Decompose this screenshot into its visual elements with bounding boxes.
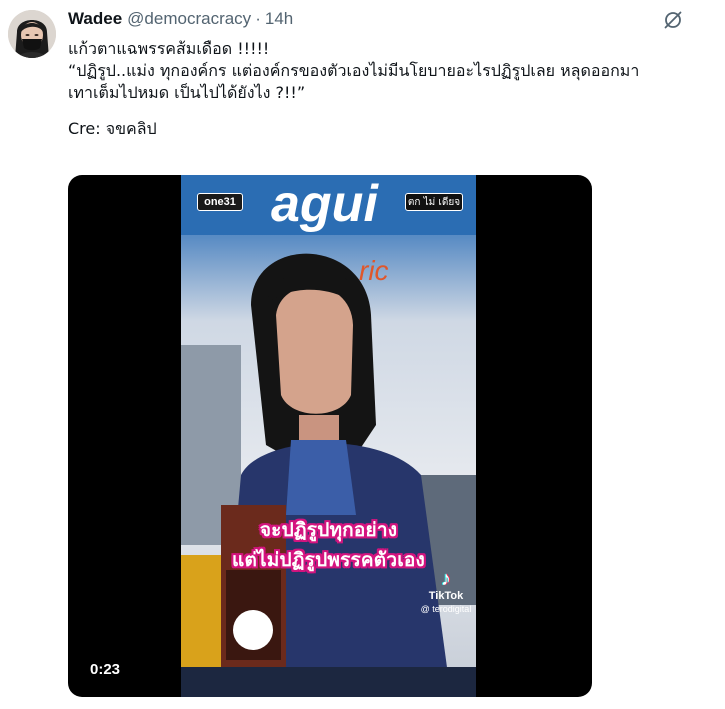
background-sign-text-2: ric	[359, 255, 389, 286]
tiktok-app-name: TikTok	[428, 590, 464, 602]
author-handle[interactable]: @democracracy	[127, 9, 251, 29]
tiktok-watermark: ♪ TikTok @ terodigital	[416, 568, 476, 615]
show-logo: ตก ไม่ เดียจ	[405, 193, 463, 211]
tweet-text: แก้วตาแฉพรรคส้มเดือด !!!!! “ปฏิรูป..แม่ง…	[68, 38, 708, 140]
channel-logo: one31	[197, 193, 243, 211]
tweet-text-line: เทาเต็มไปหมด เป็นไปได้ยังไง ?!!”	[68, 83, 306, 102]
author-name[interactable]: Wadee	[68, 9, 122, 29]
tweet: Wadee @democracracy · 14h แก้วตาแฉพรรคส้…	[0, 0, 725, 709]
video-frame: agui ric one31 ตก ไม่ เดียจ จะปฏิรูปทุกอ…	[181, 175, 476, 697]
header-separator: ·	[255, 9, 261, 28]
tweet-text-line: แก้วตาแฉพรรคส้มเดือด !!!!!	[68, 39, 270, 58]
video-scene: agui ric	[181, 175, 476, 697]
tiktok-icon: ♪	[441, 568, 451, 590]
tweet-header: Wadee @democracracy · 14h	[68, 9, 293, 31]
avatar-image	[8, 10, 56, 58]
background-sign-text: agui	[271, 175, 379, 233]
tiktok-username: @ terodigital	[420, 604, 472, 614]
video-duration: 0:23	[90, 661, 121, 678]
tweet-timestamp[interactable]: 14h	[265, 9, 293, 29]
tweet-text-line: “ปฏิรูป..แม่ง ทุกองค์กร แต่องค์กรของตัวเ…	[68, 61, 640, 80]
avatar[interactable]	[8, 10, 56, 58]
video-caption-line-1: จะปฏิรูปทุกอย่าง	[259, 519, 398, 541]
tweet-credit: Cre: จขคลิป	[68, 119, 157, 138]
video-player[interactable]: agui ric one31 ตก ไม่ เดียจ จะปฏิรูปทุกอ…	[68, 175, 592, 697]
grok-slash-icon	[664, 11, 682, 29]
grok-button[interactable]	[660, 7, 686, 33]
